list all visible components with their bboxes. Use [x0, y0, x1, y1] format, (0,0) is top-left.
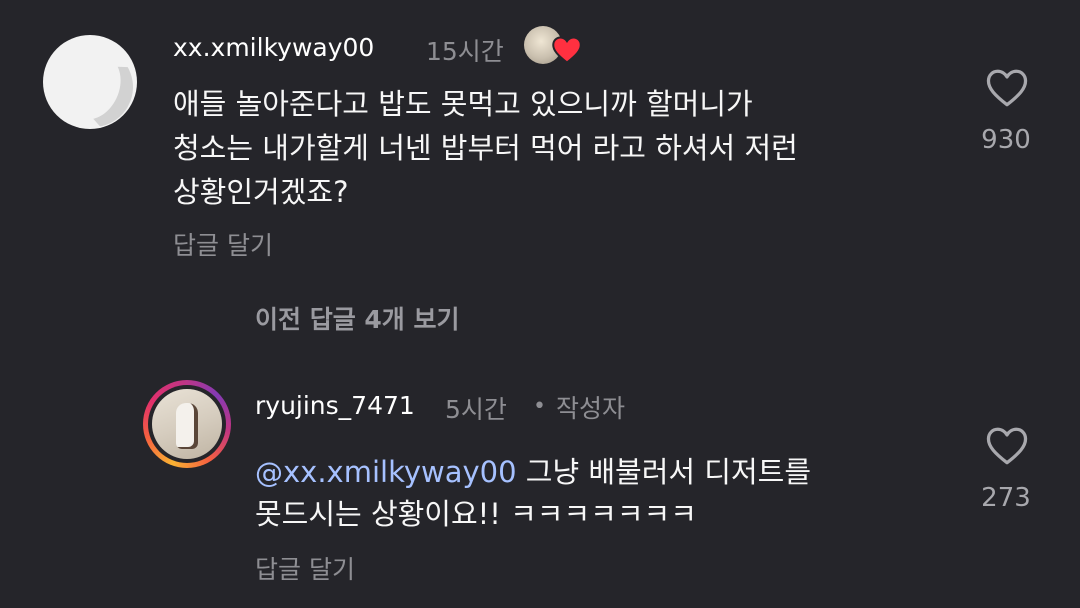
like-count: 930 [981, 125, 1031, 155]
reply-text-line: 못드시는 상황이요!! ㅋㅋㅋㅋㅋㅋㅋ [255, 497, 697, 531]
comment-timestamp: 15시간 [426, 37, 504, 66]
mention-link[interactable]: xx.xmilkyway00 [283, 455, 517, 489]
heart-outline-icon[interactable] [985, 426, 1029, 466]
like-count: 273 [981, 483, 1031, 513]
comment-username[interactable]: xx.xmilkyway00 [173, 33, 374, 62]
replier-avatar[interactable] [143, 380, 231, 468]
comment-timestamp: 5시간 [445, 395, 507, 424]
reply-button[interactable]: 답글 달기 [173, 226, 273, 262]
separator-dot: • [533, 394, 546, 419]
reply-button[interactable]: 답글 달기 [255, 550, 355, 586]
commenter-avatar[interactable] [43, 35, 137, 129]
comment-username[interactable]: ryujins_7471 [255, 391, 415, 420]
heart-filled-icon [552, 36, 582, 64]
comment-text-line: 애들 놀아준다고 밥도 못먹고 있으니까 할머니가 [173, 87, 753, 121]
reply-text: 그냥 배불러서 디저트를 [516, 455, 812, 489]
view-previous-replies-button[interactable]: 이전 답글 4개 보기 [255, 300, 460, 336]
comment-text-line: 청소는 내가할게 너넨 밥부터 먹어 라고 하셔서 저런 [173, 131, 798, 165]
reply-text-line: @xx.xmilkyway00 그냥 배불러서 디저트를 [255, 450, 811, 495]
comment-text-line: 상황인거겠죠? [173, 175, 349, 209]
heart-outline-icon[interactable] [985, 68, 1029, 108]
threads-mention-icon: @ [255, 456, 283, 489]
author-badge: 작성자 [556, 394, 626, 423]
